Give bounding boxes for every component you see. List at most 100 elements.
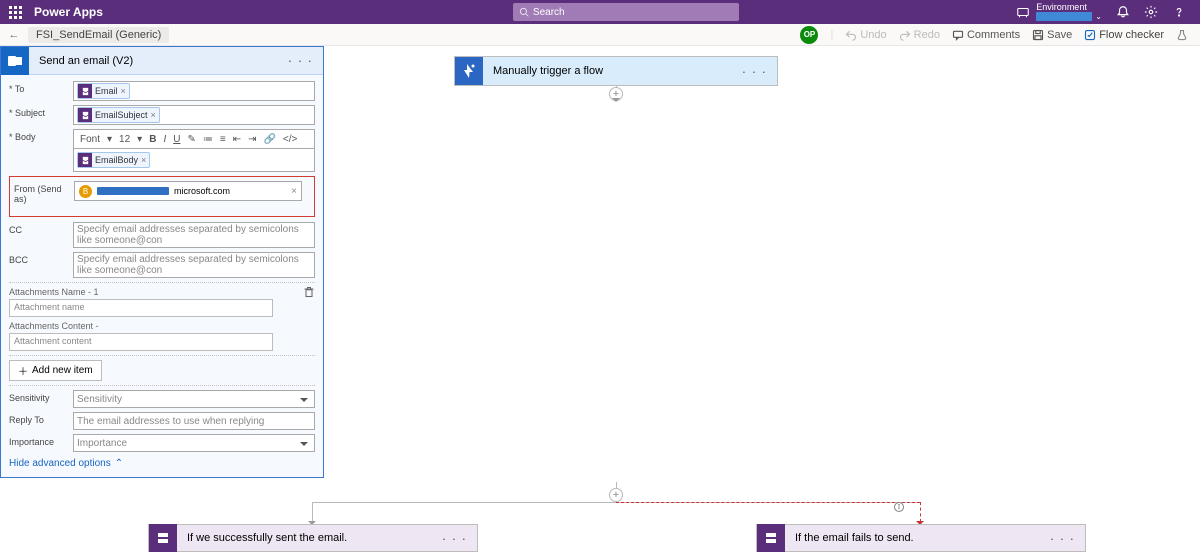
- token-subject[interactable]: EmailSubject×: [77, 107, 160, 123]
- sensitivity-dropdown[interactable]: Sensitivity: [73, 390, 315, 408]
- divider: [9, 282, 315, 283]
- trigger-menu[interactable]: · · ·: [742, 64, 767, 79]
- importance-dropdown[interactable]: Importance: [73, 434, 315, 452]
- environment-picker[interactable]: Environment ⌄: [1016, 3, 1102, 21]
- clear-format-button[interactable]: ✎: [187, 134, 195, 145]
- token-email[interactable]: Email×: [77, 83, 130, 99]
- bullet-list-button[interactable]: ≔: [203, 134, 213, 145]
- undo-button[interactable]: Undo: [845, 29, 886, 41]
- outdent-button[interactable]: ⇤: [233, 134, 241, 145]
- reply-to-field[interactable]: The email addresses to use when replying: [73, 412, 315, 430]
- branch-menu[interactable]: · · ·: [1050, 531, 1075, 546]
- divider: [9, 385, 315, 386]
- to-field[interactable]: Email×: [73, 81, 315, 101]
- test-button[interactable]: [1176, 29, 1188, 41]
- environment-label: Environment: [1036, 3, 1102, 12]
- from-field[interactable]: B microsoft.com ×: [74, 181, 302, 201]
- subject-field[interactable]: EmailSubject×: [73, 105, 315, 125]
- connector-line: [312, 502, 313, 522]
- fail-branch-card[interactable]: If the email fails to send. · · ·: [756, 524, 1086, 552]
- scope-icon: [757, 524, 785, 552]
- bcc-label: BCC: [9, 252, 73, 265]
- scope-icon: [149, 524, 177, 552]
- font-selector[interactable]: Font: [80, 134, 100, 145]
- attachment-content-label: Attachments Content -: [9, 321, 315, 331]
- remove-token-icon[interactable]: ×: [151, 110, 156, 120]
- from-avatar: B: [79, 185, 92, 198]
- body-field[interactable]: EmailBody×: [73, 149, 315, 172]
- outlook-icon: [1, 47, 29, 75]
- environment-name-masked: [1036, 12, 1092, 21]
- redo-button[interactable]: Redo: [899, 29, 940, 41]
- action-menu[interactable]: · · ·: [288, 53, 313, 68]
- link-button[interactable]: 🔗: [263, 134, 275, 145]
- code-view-button[interactable]: </>: [283, 134, 297, 145]
- number-list-button[interactable]: ≡: [220, 134, 226, 145]
- attachment-name-field[interactable]: Attachment name: [9, 299, 273, 317]
- search-placeholder: Search: [533, 7, 565, 18]
- save-button[interactable]: Save: [1032, 29, 1072, 41]
- app-launcher-icon[interactable]: [0, 6, 30, 19]
- hide-advanced-toggle[interactable]: Hide advanced options⌃: [9, 458, 315, 469]
- attachment-content-field[interactable]: Attachment content: [9, 333, 273, 351]
- token-body[interactable]: EmailBody×: [77, 152, 150, 168]
- importance-label: Importance: [9, 434, 73, 447]
- global-header: Power Apps Search Environment ⌄: [0, 0, 1200, 24]
- connector-line-fail: [616, 502, 920, 503]
- fail-branch-title: If the email fails to send.: [795, 532, 914, 544]
- info-icon[interactable]: [893, 500, 905, 518]
- action-title: Send an email (V2): [39, 55, 133, 67]
- flow-name-breadcrumb[interactable]: FSI_SendEmail (Generic): [28, 27, 169, 43]
- search-input[interactable]: Search: [513, 3, 739, 21]
- settings-icon[interactable]: [1144, 5, 1158, 19]
- from-highlight-box: From (Send as) B microsoft.com ×: [9, 176, 315, 217]
- subject-label: Subject: [15, 108, 45, 118]
- remove-from-icon[interactable]: ×: [291, 186, 297, 197]
- delete-attachment-button[interactable]: [303, 285, 315, 303]
- to-label: To: [15, 84, 25, 94]
- comments-button[interactable]: Comments: [952, 29, 1020, 41]
- help-icon[interactable]: [1172, 5, 1186, 19]
- chevron-up-icon: ⌃: [115, 458, 123, 469]
- divider: [9, 355, 315, 356]
- designer-canvas[interactable]: + Manually trigger a flow · · · Send an …: [0, 46, 1200, 555]
- cc-field[interactable]: Specify email addresses separated by sem…: [73, 222, 315, 248]
- body-label: Body: [15, 132, 36, 142]
- app-name: Power Apps: [30, 5, 103, 19]
- send-email-action-card[interactable]: Send an email (V2) · · · * To Email× * S…: [0, 46, 324, 478]
- sensitivity-label: Sensitivity: [9, 390, 73, 403]
- success-branch-title: If we successfully sent the email.: [187, 532, 347, 544]
- notifications-icon[interactable]: [1116, 5, 1130, 19]
- trigger-title: Manually trigger a flow: [493, 65, 603, 77]
- font-size-selector[interactable]: 12: [119, 134, 130, 145]
- from-label: From (Send as): [14, 181, 74, 204]
- trigger-card[interactable]: Manually trigger a flow · · ·: [454, 56, 778, 86]
- rich-text-toolbar[interactable]: Font▾ 12▾ B I U ✎ ≔ ≡ ⇤ ⇥ 🔗 </>: [73, 129, 315, 149]
- add-step-button[interactable]: +: [609, 488, 623, 502]
- indent-button[interactable]: ⇥: [248, 134, 256, 145]
- remove-token-icon[interactable]: ×: [121, 86, 126, 96]
- underline-button[interactable]: U: [173, 134, 180, 145]
- search-icon: [519, 7, 529, 17]
- command-bar: ← FSI_SendEmail (Generic) OP | Undo Redo…: [0, 24, 1200, 46]
- plus-icon: ＋: [18, 363, 28, 378]
- success-branch-card[interactable]: If we successfully sent the email. · · ·: [148, 524, 478, 552]
- add-attachment-button[interactable]: ＋Add new item: [9, 360, 102, 381]
- cc-label: CC: [9, 222, 73, 235]
- user-presence-badge[interactable]: OP: [800, 26, 818, 44]
- remove-token-icon[interactable]: ×: [141, 155, 146, 165]
- from-address-masked: [97, 187, 169, 195]
- trigger-icon: [455, 57, 483, 85]
- attachment-name-label: Attachments Name - 1: [9, 287, 315, 297]
- branch-menu[interactable]: · · ·: [442, 531, 467, 546]
- chevron-down-icon: ⌄: [1095, 13, 1102, 21]
- environment-icon: [1016, 5, 1030, 19]
- back-button[interactable]: ←: [0, 29, 28, 41]
- bcc-field[interactable]: Specify email addresses separated by sem…: [73, 252, 315, 278]
- arrow-icon: [612, 98, 620, 106]
- flow-checker-button[interactable]: Flow checker: [1084, 29, 1164, 41]
- connector-line-fail: [920, 502, 921, 522]
- italic-button[interactable]: I: [163, 134, 166, 145]
- from-domain: microsoft.com: [174, 186, 230, 196]
- bold-button[interactable]: B: [149, 134, 156, 145]
